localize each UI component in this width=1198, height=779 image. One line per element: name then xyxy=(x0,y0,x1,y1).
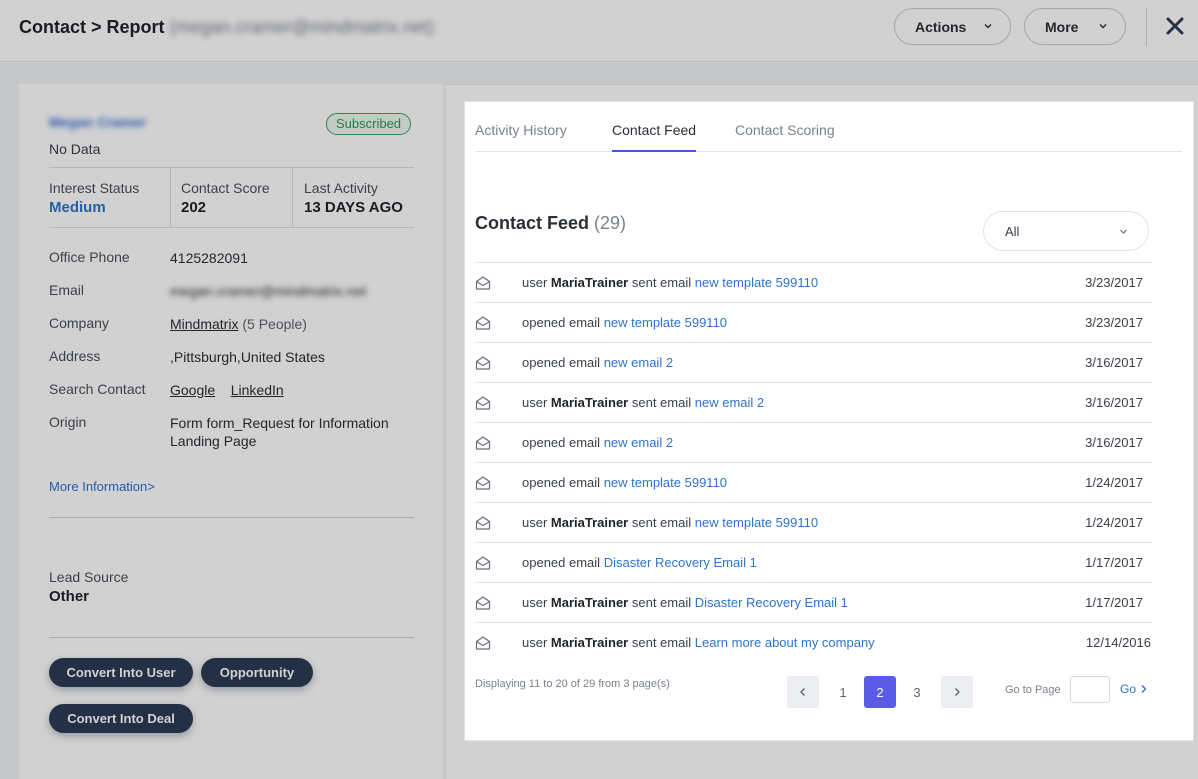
go-button[interactable]: Go xyxy=(1120,682,1148,696)
feed-row-link[interactable]: new email 2 xyxy=(604,435,673,450)
feed-row-action: opened email xyxy=(522,555,601,570)
go-button-label: Go xyxy=(1120,682,1137,696)
feed-row-date: 3/23/2017 xyxy=(1085,275,1143,290)
feed-row-link[interactable]: new template 599110 xyxy=(604,475,727,490)
feed-row-action: opened email xyxy=(522,315,601,330)
feed-row-prefix: user xyxy=(522,515,548,530)
feed-filter-value: All xyxy=(1005,224,1020,239)
feed-row-date: 3/16/2017 xyxy=(1085,395,1143,410)
feed-row-action: sent email xyxy=(631,515,692,530)
feed-row-user: MariaTrainer xyxy=(550,635,629,650)
envelope-open-icon xyxy=(475,356,491,370)
feed-row-date: 3/23/2017 xyxy=(1085,315,1143,330)
envelope-open-icon xyxy=(475,476,491,490)
feed-row-text: user MariaTrainer sent email Disaster Re… xyxy=(522,595,848,610)
feed-row-action: sent email xyxy=(631,275,692,290)
pagination-page-2[interactable]: 2 xyxy=(864,676,896,708)
feed-row-text: opened email new email 2 xyxy=(522,355,673,370)
goto-page-label: Go to Page xyxy=(1005,684,1061,696)
feed-row-link[interactable]: Disaster Recovery Email 1 xyxy=(604,555,757,570)
list-item: user MariaTrainer sent email new templat… xyxy=(475,503,1153,543)
envelope-open-icon xyxy=(475,556,491,570)
feed-list: user MariaTrainer sent email new templat… xyxy=(475,262,1153,663)
feed-row-date: 1/24/2017 xyxy=(1085,515,1143,530)
feed-row-date: 3/16/2017 xyxy=(1085,355,1143,370)
pagination-page-3[interactable]: 3 xyxy=(901,676,933,708)
list-item: opened email new template 599110 1/24/20… xyxy=(475,463,1153,503)
tab-contact-scoring[interactable]: Contact Scoring xyxy=(735,122,835,152)
feed-row-text: user MariaTrainer sent email Learn more … xyxy=(522,635,875,650)
tab-bar: Activity History Contact Feed Contact Sc… xyxy=(475,122,1182,152)
feed-row-date: 1/24/2017 xyxy=(1085,475,1143,490)
feed-row-text: opened email new template 599110 xyxy=(522,315,727,330)
chevron-right-icon xyxy=(955,688,960,696)
feed-row-date: 3/16/2017 xyxy=(1085,435,1143,450)
feed-filter-select[interactable]: All xyxy=(983,211,1149,251)
feed-row-user: MariaTrainer xyxy=(550,275,629,290)
envelope-open-icon xyxy=(475,436,491,450)
goto-page-input[interactable] xyxy=(1070,676,1110,703)
feed-row-text: user MariaTrainer sent email new email 2 xyxy=(522,395,764,410)
tab-contact-feed[interactable]: Contact Feed xyxy=(612,122,697,152)
envelope-open-icon xyxy=(475,636,491,650)
feed-heading: Contact Feed (29) xyxy=(475,213,626,234)
feed-row-action: sent email xyxy=(631,395,692,410)
feed-heading-title: Contact Feed xyxy=(475,213,590,233)
feed-row-text: user MariaTrainer sent email new templat… xyxy=(522,275,818,290)
feed-row-link[interactable]: new email 2 xyxy=(695,395,764,410)
feed-row-text: opened email Disaster Recovery Email 1 xyxy=(522,555,757,570)
envelope-open-icon xyxy=(475,396,491,410)
feed-row-action: sent email xyxy=(631,595,692,610)
feed-row-user: MariaTrainer xyxy=(550,395,629,410)
feed-heading-count: (29) xyxy=(594,213,627,233)
feed-row-text: opened email new email 2 xyxy=(522,435,673,450)
feed-row-action: sent email xyxy=(631,635,692,650)
list-item: opened email new email 2 3/16/2017 xyxy=(475,343,1153,383)
feed-row-link[interactable]: new email 2 xyxy=(604,355,673,370)
feed-row-prefix: user xyxy=(522,275,548,290)
feed-row-link[interactable]: new template 599110 xyxy=(695,515,818,530)
pagination-info: Displaying 11 to 20 of 29 from 3 page(s) xyxy=(475,678,670,690)
contact-feed-card: Activity History Contact Feed Contact Sc… xyxy=(464,101,1194,741)
chevron-right-icon xyxy=(1141,685,1147,693)
envelope-open-icon xyxy=(475,316,491,330)
chevron-down-icon xyxy=(1120,229,1127,234)
feed-row-date: 1/17/2017 xyxy=(1085,555,1143,570)
feed-row-link[interactable]: new template 599110 xyxy=(695,275,818,290)
pagination-next-button[interactable] xyxy=(941,676,973,708)
feed-row-link[interactable]: new template 599110 xyxy=(604,315,727,330)
list-item: user MariaTrainer sent email new email 2… xyxy=(475,383,1153,423)
envelope-open-icon xyxy=(475,596,491,610)
list-item: opened email new template 599110 3/23/20… xyxy=(475,303,1153,343)
envelope-open-icon xyxy=(475,516,491,530)
chevron-left-icon xyxy=(800,688,805,696)
pagination-page-1[interactable]: 1 xyxy=(827,676,859,708)
feed-row-prefix: user xyxy=(522,395,548,410)
feed-row-user: MariaTrainer xyxy=(550,595,629,610)
feed-row-action: opened email xyxy=(522,475,601,490)
list-item: opened email Disaster Recovery Email 1 1… xyxy=(475,543,1153,583)
list-item: user MariaTrainer sent email Disaster Re… xyxy=(475,583,1153,623)
tab-activity-history[interactable]: Activity History xyxy=(475,122,567,152)
list-item: opened email new email 2 3/16/2017 xyxy=(475,423,1153,463)
feed-row-text: opened email new template 599110 xyxy=(522,475,727,490)
envelope-open-icon xyxy=(475,276,491,290)
feed-row-date: 12/14/2016 xyxy=(1085,635,1151,650)
feed-row-date: 1/17/2017 xyxy=(1085,595,1143,610)
list-item: user MariaTrainer sent email Learn more … xyxy=(475,623,1153,663)
feed-row-prefix: user xyxy=(522,635,548,650)
feed-row-action: opened email xyxy=(522,355,601,370)
feed-row-prefix: user xyxy=(522,595,548,610)
list-item: user MariaTrainer sent email new templat… xyxy=(475,263,1153,303)
feed-row-link[interactable]: Disaster Recovery Email 1 xyxy=(695,595,848,610)
feed-row-user: MariaTrainer xyxy=(550,515,629,530)
feed-row-link[interactable]: Learn more about my company xyxy=(695,635,875,650)
feed-row-text: user MariaTrainer sent email new templat… xyxy=(522,515,818,530)
feed-row-action: opened email xyxy=(522,435,601,450)
pagination-prev-button[interactable] xyxy=(787,676,819,708)
